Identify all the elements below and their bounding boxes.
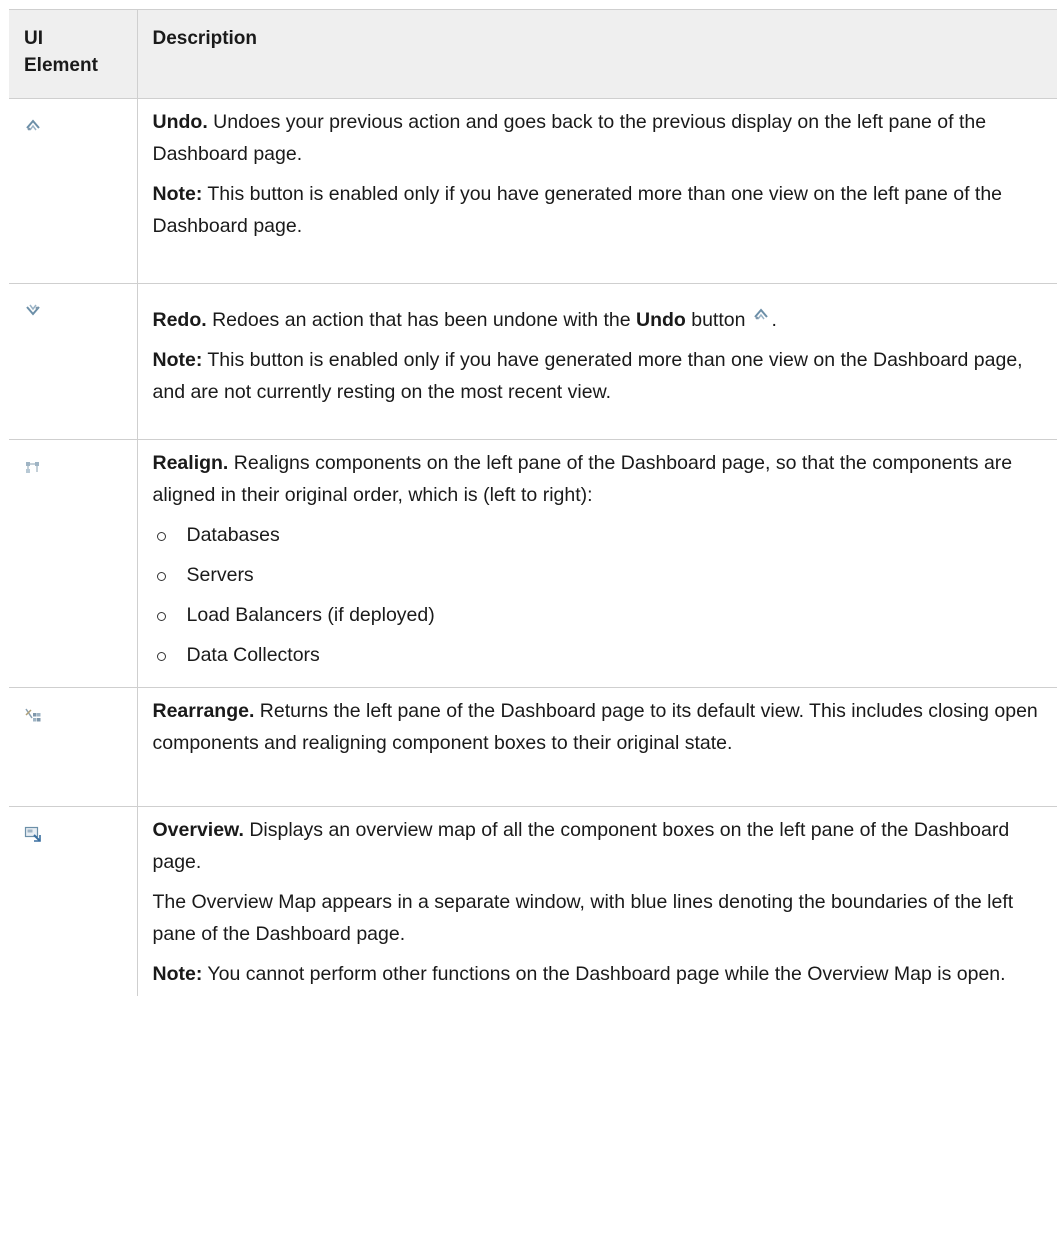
description-cell: Redo. Redoes an action that has been und… <box>137 283 1057 440</box>
component-order-list: Databases Servers Load Balancers (if dep… <box>153 519 1046 671</box>
list-item: Load Balancers (if deployed) <box>153 599 1046 631</box>
element-name: Realign. <box>152 452 229 474</box>
realign-icon <box>24 458 42 476</box>
element-name: Undo. <box>152 111 208 133</box>
description-paragraph-2: The Overview Map appears in a separate w… <box>152 891 1014 945</box>
description-paragraph: Rearrange. Returns the left pane of the … <box>153 695 1046 759</box>
note-paragraph: Note: This button is enabled only if you… <box>153 344 1046 408</box>
description-paragraph: Undo. Undoes your previous action and go… <box>153 106 1046 170</box>
undo-reference: Undo <box>636 309 686 331</box>
description-cell: Realign. Realigns components on the left… <box>137 439 1057 688</box>
ui-element-table: UI Element Description Undo. Undoes your… <box>9 9 1057 996</box>
note-text: You cannot perform other functions on th… <box>202 963 1006 985</box>
element-name: Rearrange. <box>152 700 255 722</box>
note-text: This button is enabled only if you have … <box>152 349 1023 403</box>
undo-icon <box>24 117 42 135</box>
header-description: Description <box>137 9 1057 99</box>
description-text: Returns the left pane of the Dashboard p… <box>152 700 1038 754</box>
element-name: Overview. <box>152 819 244 841</box>
description-text: Realigns components on the left pane of … <box>152 452 1013 506</box>
rearrange-icon <box>24 706 42 724</box>
ui-element-cell <box>9 283 138 440</box>
ui-element-cell <box>9 98 138 284</box>
ui-element-cell <box>9 439 138 688</box>
description-text: Undoes your previous action and goes bac… <box>152 111 987 165</box>
overview-icon <box>24 825 42 843</box>
list-item: Servers <box>153 559 1046 591</box>
description-text: Redoes an action that has been undone wi… <box>206 309 636 331</box>
note-paragraph: Note: This button is enabled only if you… <box>153 178 1046 242</box>
description-paragraph: Realign. Realigns components on the left… <box>153 447 1046 511</box>
note-label: Note: <box>152 349 203 371</box>
undo-icon <box>751 302 771 320</box>
note-label: Note: <box>152 183 203 205</box>
table-header-row: UI Element Description <box>9 9 1057 99</box>
table-row: Redo. Redoes an action that has been und… <box>9 283 1057 440</box>
note-text: This button is enabled only if you have … <box>152 183 1003 237</box>
description-paragraph: Overview. Displays an overview map of al… <box>153 814 1046 878</box>
description-cell: Overview. Displays an overview map of al… <box>137 806 1057 996</box>
ui-element-cell <box>9 687 138 807</box>
note-label: Note: <box>152 963 203 985</box>
table-row: Realign. Realigns components on the left… <box>9 439 1057 688</box>
description-paragraph: Redo. Redoes an action that has been und… <box>153 302 1046 336</box>
note-paragraph: Note: You cannot perform other functions… <box>153 958 1046 990</box>
redo-icon <box>24 302 42 320</box>
ui-element-cell <box>9 806 138 996</box>
list-item: Databases <box>153 519 1046 551</box>
description-cell: Rearrange. Returns the left pane of the … <box>137 687 1057 807</box>
description-text-after: button <box>685 309 746 331</box>
description-text-end: . <box>771 309 777 331</box>
description-text: Displays an overview map of all the comp… <box>152 819 1010 873</box>
header-ui-element: UI Element <box>9 9 138 99</box>
table-row: Rearrange. Returns the left pane of the … <box>9 687 1057 807</box>
list-item: Data Collectors <box>153 639 1046 671</box>
description-cell: Undo. Undoes your previous action and go… <box>137 98 1057 284</box>
table-row: Overview. Displays an overview map of al… <box>9 806 1057 996</box>
table-row: Undo. Undoes your previous action and go… <box>9 98 1057 284</box>
element-name: Redo. <box>152 309 207 331</box>
